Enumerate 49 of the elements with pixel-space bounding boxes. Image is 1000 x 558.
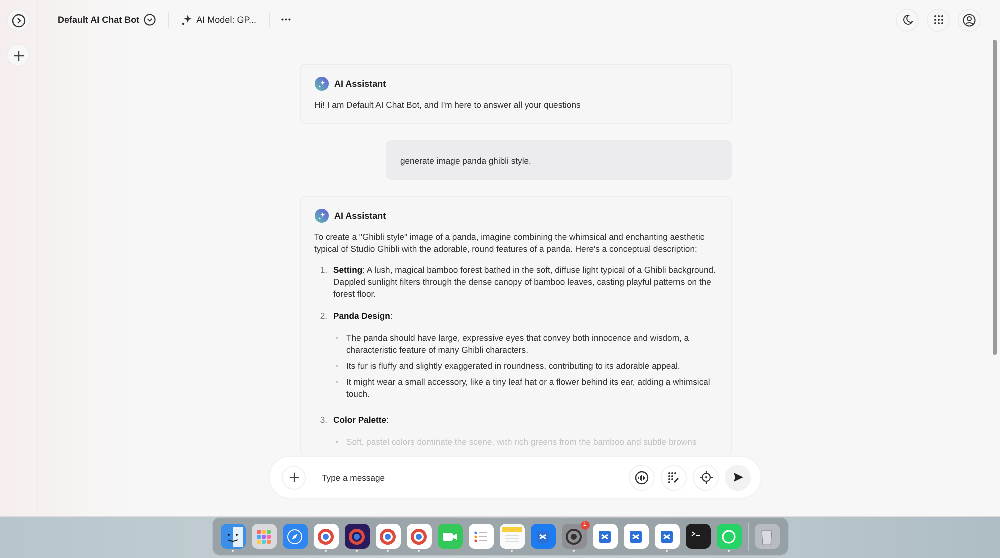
user-icon (963, 14, 976, 26)
grid-icon (934, 15, 944, 25)
message-text: To create a "Ghibli style" image of a panda, imagine combining the whimsical and enchanting aesthetic typical of Studio Ghibli with the adorable, round features of a panda. Here's a conceptual description: (314, 231, 706, 255)
bullet-text: It might wear a small accessory, like a tiny leaf hat or a flower behind its ear, adding a whimsical touch. (346, 376, 712, 400)
chevron-down-icon (144, 14, 156, 26)
app-icon[interactable] (624, 524, 648, 549)
apps-grid-button[interactable] (927, 8, 950, 32)
new-chat-button[interactable] (7, 44, 30, 67)
app-icon[interactable] (654, 524, 680, 549)
author-name: AI Assistant (334, 211, 386, 221)
list-number: 1. (319, 264, 328, 277)
app-icon[interactable] (220, 524, 246, 549)
chevron-right-icon (12, 14, 26, 28)
list-number: 2. (319, 310, 328, 323)
model-selector[interactable]: AI Model: GP... (180, 14, 257, 26)
list-item-text: Panda Design: (334, 311, 393, 321)
dots-pencil-icon (668, 472, 680, 484)
bot-selector[interactable]: Default AI Chat Bot (58, 14, 156, 26)
moon-icon (902, 14, 914, 26)
user-message-text: generate image panda ghibli style. (400, 156, 532, 166)
app-icon[interactable] (562, 524, 586, 549)
dark-mode-button[interactable] (896, 8, 919, 32)
app-icon[interactable] (592, 524, 618, 549)
bullet-text: Its fur is fluffy and slightly exaggerated in roundness, contributing to its adorable appeal. (346, 360, 680, 372)
list-number: 3. (319, 414, 328, 427)
assistant-avatar-icon (314, 77, 328, 91)
send-icon (732, 472, 744, 483)
profile-button[interactable] (958, 8, 981, 32)
list-item-text: Setting: A lush, magical bamboo forest bathed in the soft, diffuse light typical of a Ghibli background. Dappled sunlight filters through the dense canopy of bamboo leaves, casting playful patterns on the forest floor. (334, 265, 716, 299)
target-button[interactable] (693, 464, 719, 490)
sparkle-icon (180, 14, 193, 26)
waveform-icon (635, 470, 649, 484)
scrollbar-thumb[interactable] (993, 40, 997, 355)
list-item-text: Color Palette: (334, 415, 389, 425)
author-name: AI Assistant (334, 79, 386, 89)
app-icon[interactable] (686, 524, 710, 549)
app-icon[interactable] (344, 524, 370, 549)
message-text: Hi! I am Default AI Chat Bot, and I'm here to answer all your questions (314, 99, 582, 111)
bullet-text: The panda should have large, expressive eyes that convey both innocence and wisdom, a characteristic feature of many Ghibli characters. (346, 332, 690, 356)
plus-icon (12, 50, 24, 62)
app-icon[interactable] (530, 524, 556, 549)
prompts-button[interactable] (661, 464, 687, 490)
assistant-avatar-icon (314, 209, 328, 223)
crosshair-icon (700, 471, 712, 484)
plus-icon (288, 472, 300, 483)
send-button[interactable] (725, 464, 751, 490)
attach-button[interactable] (282, 466, 306, 490)
voice-button[interactable] (629, 464, 655, 490)
expand-sidebar-button[interactable] (7, 9, 30, 32)
